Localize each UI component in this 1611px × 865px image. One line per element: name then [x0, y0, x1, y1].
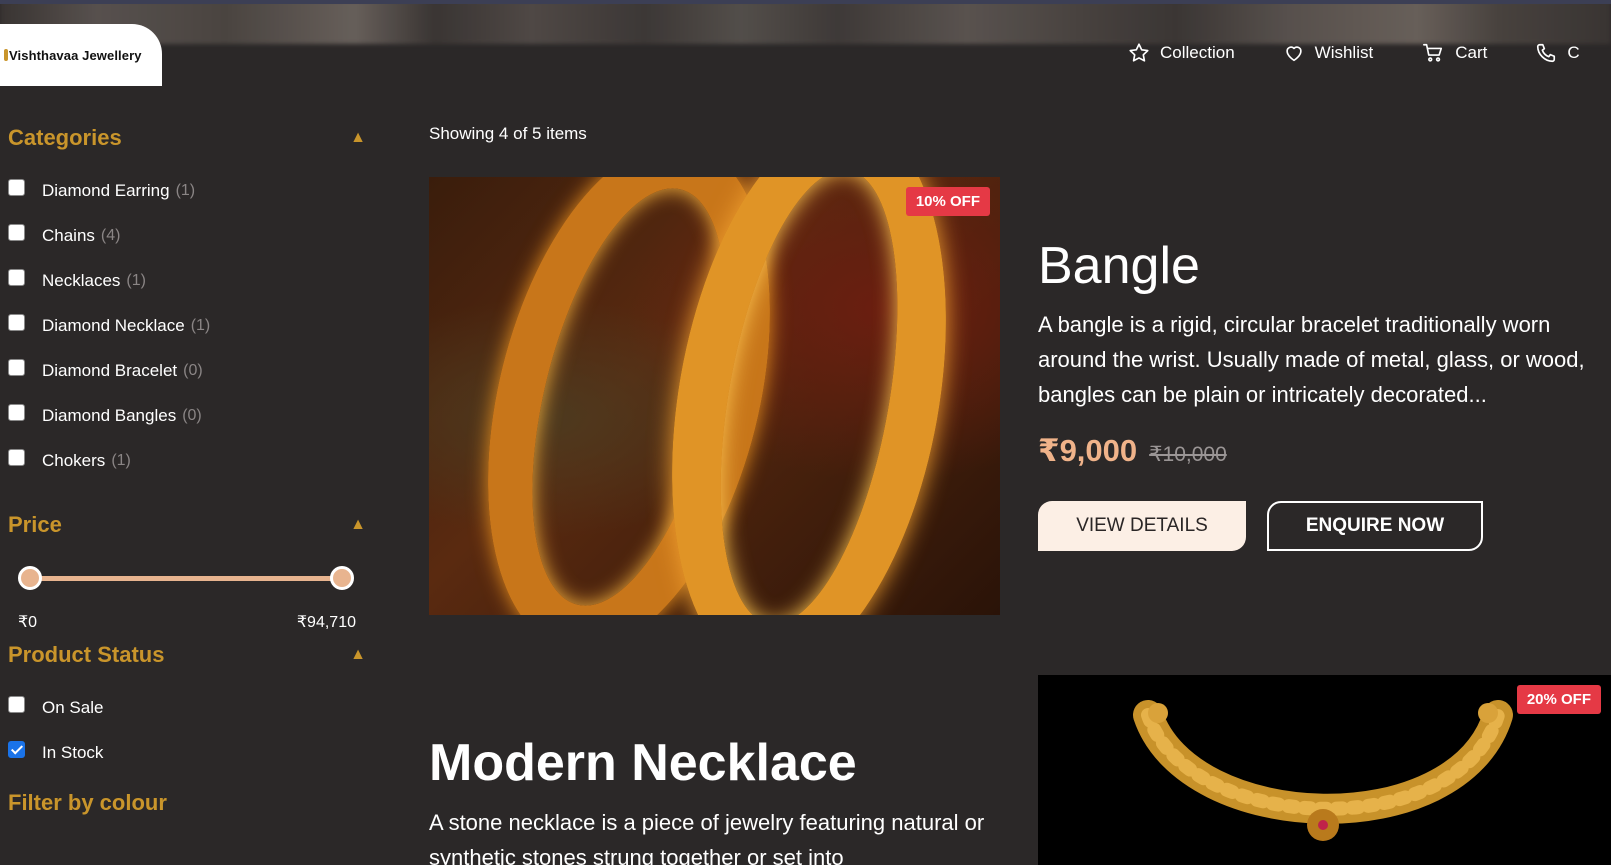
nav-cart[interactable]: Cart: [1421, 42, 1487, 64]
categories-header[interactable]: Categories ▲: [8, 120, 368, 156]
colour-header[interactable]: Filter by colour: [8, 785, 368, 821]
cart-icon: [1423, 43, 1443, 62]
category-checkbox[interactable]: [8, 314, 25, 331]
header-top-line: [0, 0, 1611, 4]
price-slider-track[interactable]: [30, 576, 340, 581]
nav-contact-label: C: [1567, 43, 1580, 62]
category-count: (0): [183, 361, 203, 379]
status-label: In Stock: [42, 742, 104, 762]
status-label: On Sale: [42, 697, 104, 717]
nav-collection[interactable]: Collection: [1128, 42, 1235, 64]
view-details-button[interactable]: VIEW DETAILS: [1038, 501, 1246, 551]
category-checkbox[interactable]: [8, 269, 25, 286]
category-label: Necklaces: [42, 270, 121, 290]
category-checkbox[interactable]: [8, 359, 25, 376]
price-max-value: ₹94,710: [296, 614, 356, 631]
nav-collection-label: Collection: [1160, 43, 1235, 62]
filter-sidebar: Categories ▲ Diamond Earring (1) Chains …: [8, 120, 368, 821]
status-on-sale[interactable]: On Sale: [8, 685, 368, 730]
colour-title: Filter by colour: [8, 790, 167, 815]
price-max-handle[interactable]: [330, 566, 354, 590]
discount-badge: 10% OFF: [905, 187, 990, 216]
price-title: Price: [8, 512, 62, 537]
status-list: On Sale In Stock: [8, 685, 368, 775]
category-count: (1): [175, 181, 196, 199]
collapse-caret-icon[interactable]: ▲: [350, 129, 366, 147]
categories-title: Categories: [8, 125, 122, 150]
page: Vishthavaa Jewellery Collection Wishlist…: [0, 0, 1611, 865]
category-label: Chains: [42, 225, 95, 245]
original-price: ₹10,000: [1149, 443, 1227, 466]
phone-icon: [1537, 43, 1556, 63]
status-checkbox[interactable]: [8, 696, 25, 713]
brand-name: Vishthavaa Jewellery: [9, 47, 142, 63]
category-chains[interactable]: Chains (4): [8, 213, 368, 258]
category-label: Diamond Necklace: [42, 315, 185, 335]
nav-wishlist[interactable]: Wishlist: [1283, 42, 1374, 64]
product-title[interactable]: Modern Necklace: [429, 733, 857, 793]
category-count: (1): [126, 271, 146, 289]
category-count: (4): [100, 226, 121, 244]
product-title[interactable]: Bangle: [1038, 236, 1200, 296]
category-label: Diamond Bracelet: [42, 360, 178, 380]
enquire-now-button[interactable]: ENQUIRE NOW: [1267, 501, 1483, 551]
status-checkbox[interactable]: [8, 741, 25, 758]
price-header[interactable]: Price ▲: [8, 507, 368, 543]
category-count: (0): [182, 406, 202, 424]
categories-list: Diamond Earring (1) Chains (4) Necklaces…: [8, 168, 368, 483]
logo-mark-icon: [4, 49, 8, 61]
nav-wishlist-label: Wishlist: [1314, 43, 1374, 62]
category-checkbox[interactable]: [8, 224, 25, 241]
category-label: Diamond Bangles: [42, 405, 177, 425]
category-chokers[interactable]: Chokers (1): [8, 438, 368, 483]
product-image-bangle[interactable]: 10% OFF: [429, 177, 1000, 615]
price-min-handle[interactable]: [18, 566, 42, 590]
status-title: Product Status: [8, 642, 165, 667]
price-range-slider[interactable]: ₹0 ₹94,710: [8, 557, 368, 631]
category-diamond-earring[interactable]: Diamond Earring (1): [8, 168, 368, 213]
status-in-stock[interactable]: In Stock: [8, 730, 368, 775]
category-label: Diamond Earring: [42, 180, 170, 200]
heart-icon: [1285, 46, 1302, 62]
product-image-necklace[interactable]: 20% OFF: [1038, 675, 1611, 865]
price-min-value: ₹0: [18, 614, 38, 631]
category-necklaces[interactable]: Necklaces (1): [8, 258, 368, 303]
product-description: A stone necklace is a piece of jewelry f…: [429, 810, 985, 865]
category-checkbox[interactable]: [8, 449, 25, 466]
collapse-caret-icon[interactable]: ▲: [350, 646, 366, 664]
header-banner-image: [0, 0, 1611, 44]
category-diamond-bracelet[interactable]: Diamond Bracelet (0): [8, 348, 368, 393]
nav-contact[interactable]: C: [1535, 42, 1580, 64]
category-count: (1): [111, 451, 131, 469]
star-icon: [1129, 43, 1149, 62]
results-count: Showing 4 of 5 items: [429, 124, 587, 143]
status-header[interactable]: Product Status ▲: [8, 637, 368, 673]
main-nav: Collection Wishlist Cart C: [1128, 42, 1611, 64]
category-checkbox[interactable]: [8, 179, 25, 196]
collapse-caret-icon[interactable]: ▲: [350, 516, 366, 534]
category-diamond-bangles[interactable]: Diamond Bangles (0): [8, 393, 368, 438]
sale-price: ₹9,000: [1038, 433, 1138, 468]
brand-logo[interactable]: Vishthavaa Jewellery: [0, 24, 162, 86]
category-label: Chokers: [42, 450, 106, 470]
category-checkbox[interactable]: [8, 404, 25, 421]
category-diamond-necklace[interactable]: Diamond Necklace (1): [8, 303, 368, 348]
category-count: (1): [190, 316, 211, 334]
discount-badge: 20% OFF: [1516, 685, 1601, 714]
product-description: A bangle is a rigid, circular bracelet t…: [1038, 312, 1585, 407]
product-price: ₹9,000 ₹10,000: [1038, 433, 1227, 469]
nav-cart-label: Cart: [1455, 43, 1488, 62]
